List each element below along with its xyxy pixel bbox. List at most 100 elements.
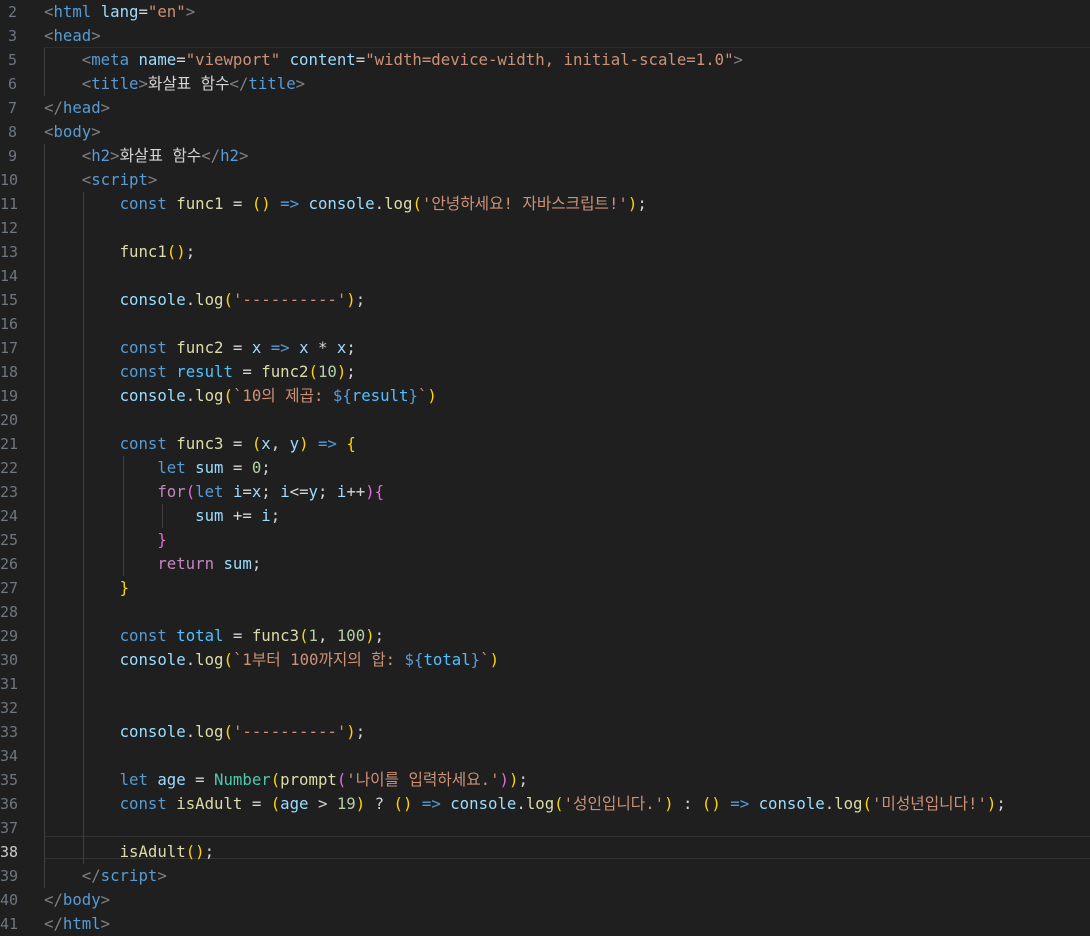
code-token: 10 xyxy=(317,362,337,381)
code-line[interactable]: 28 xyxy=(0,600,1090,624)
code-line[interactable]: 14 xyxy=(0,264,1090,288)
code-line[interactable]: 33 console.log('----------'); xyxy=(0,720,1090,744)
code-token: </ xyxy=(81,866,101,885)
line-number: 13 xyxy=(0,243,19,261)
code-line[interactable]: 20 xyxy=(0,408,1090,432)
code-token: const xyxy=(119,338,167,357)
code-line[interactable]: 7 </head> xyxy=(0,96,1090,120)
code-token: i xyxy=(280,482,290,501)
code-line[interactable]: 2 <html lang="en"> xyxy=(0,0,1090,24)
code-line[interactable]: 38 isAdult(); xyxy=(0,840,1090,864)
code-token: log xyxy=(195,386,224,405)
line-number: 25 xyxy=(0,531,19,549)
code-line[interactable]: 40 </body> xyxy=(0,888,1090,912)
code-line[interactable]: 25 } xyxy=(0,528,1090,552)
code-line[interactable]: 27 } xyxy=(0,576,1090,600)
code-token: > xyxy=(147,170,158,189)
code-line[interactable]: 23 for(let i=x; i<=y; i++){ xyxy=(0,480,1090,504)
code-line[interactable]: 5 <meta name="viewport" content="width=d… xyxy=(0,48,1090,72)
code-line[interactable]: 8 <body> xyxy=(0,120,1090,144)
code-token: title xyxy=(248,74,296,93)
code-line[interactable]: 12 xyxy=(0,216,1090,240)
code-line[interactable]: 30 console.log(`1부터 100까지의 합: ${total}`) xyxy=(0,648,1090,672)
code-token: < xyxy=(81,170,92,189)
code-token: const xyxy=(119,362,167,381)
code-token: h2 xyxy=(220,146,239,165)
code-line[interactable]: 41 </html> xyxy=(0,912,1090,936)
code-token: head xyxy=(62,98,101,117)
code-line[interactable]: 15 console.log('----------'); xyxy=(0,288,1090,312)
code-line[interactable]: 9 <h2>화살표 함수</h2> xyxy=(0,144,1090,168)
code-token: => xyxy=(421,794,441,813)
code-token: * xyxy=(308,338,337,357)
code-line[interactable]: 11 const func1 = () => console.log('안녕하세… xyxy=(0,192,1090,216)
code-line[interactable]: 17 const func2 = x => x * x; xyxy=(0,336,1090,360)
code-token: isAdult xyxy=(176,794,243,813)
code-token: console xyxy=(119,290,186,309)
line-number: 29 xyxy=(0,627,19,645)
code-token: > xyxy=(100,890,111,909)
code-line[interactable]: 18 const result = func2(10); xyxy=(0,360,1090,384)
code-token: } xyxy=(408,386,418,405)
code-token: y xyxy=(289,434,300,453)
code-token: ( xyxy=(223,650,233,669)
code-token: ; xyxy=(261,458,271,477)
code-line[interactable]: 35 let age = Number(prompt('나이를 입력하세요.')… xyxy=(0,768,1090,792)
code-token: ; xyxy=(251,554,262,573)
code-line[interactable]: 39 </script> xyxy=(0,864,1090,888)
line-code: isAdult(); xyxy=(44,840,214,864)
code-token: > xyxy=(100,914,111,933)
code-line[interactable]: 3 <head> xyxy=(0,24,1090,48)
code-line[interactable]: 34 xyxy=(0,744,1090,768)
code-line[interactable]: 6 <title>화살표 함수</title> xyxy=(0,72,1090,96)
code-token: > xyxy=(185,2,196,21)
code-line[interactable]: 10 <script> xyxy=(0,168,1090,192)
code-token: console xyxy=(119,722,186,741)
code-token: x xyxy=(336,338,347,357)
code-token: x xyxy=(251,482,262,501)
code-token: . xyxy=(824,794,835,813)
code-token: func2 xyxy=(176,338,224,357)
code-line[interactable]: 19 console.log(`10의 제곱: ${result}`) xyxy=(0,384,1090,408)
code-token: . xyxy=(185,290,196,309)
code-line[interactable]: 37 xyxy=(0,816,1090,840)
line-code: sum += i; xyxy=(44,504,280,528)
code-token: ( xyxy=(251,434,262,453)
code-line[interactable]: 21 const func3 = (x, y) => { xyxy=(0,432,1090,456)
line-code: const isAdult = (age > 19) ? () => conso… xyxy=(44,792,1006,816)
code-token: const xyxy=(119,794,167,813)
code-token: = xyxy=(223,626,252,645)
code-line[interactable]: 16 xyxy=(0,312,1090,336)
code-token: y xyxy=(308,482,318,501)
code-line[interactable]: 31 xyxy=(0,672,1090,696)
code-editor[interactable]: 2 <html lang="en"> 3 <head> 5 <meta name="vi… xyxy=(0,0,1090,935)
code-line[interactable]: 22 let sum = 0; xyxy=(0,456,1090,480)
code-line[interactable]: 29 const total = func3(1, 100); xyxy=(0,624,1090,648)
code-token: const xyxy=(119,626,167,645)
line-number: 10 xyxy=(0,171,19,189)
code-line[interactable]: 24 sum += i; xyxy=(0,504,1090,528)
code-token: </ xyxy=(44,890,63,909)
code-token: += xyxy=(223,506,262,525)
code-line[interactable]: 13 func1(); xyxy=(0,240,1090,264)
code-token: prompt xyxy=(280,770,337,789)
code-token: 1 xyxy=(308,626,318,645)
code-token: script xyxy=(100,866,158,885)
line-number: 26 xyxy=(0,555,19,573)
line-number: 3 xyxy=(7,27,17,45)
code-line[interactable]: 36 const isAdult = (age > 19) ? () => co… xyxy=(0,792,1090,816)
code-line[interactable]: 26 return sum; xyxy=(0,552,1090,576)
code-line[interactable]: 32 xyxy=(0,696,1090,720)
code-token: ( xyxy=(223,386,233,405)
code-token: age xyxy=(157,770,186,789)
